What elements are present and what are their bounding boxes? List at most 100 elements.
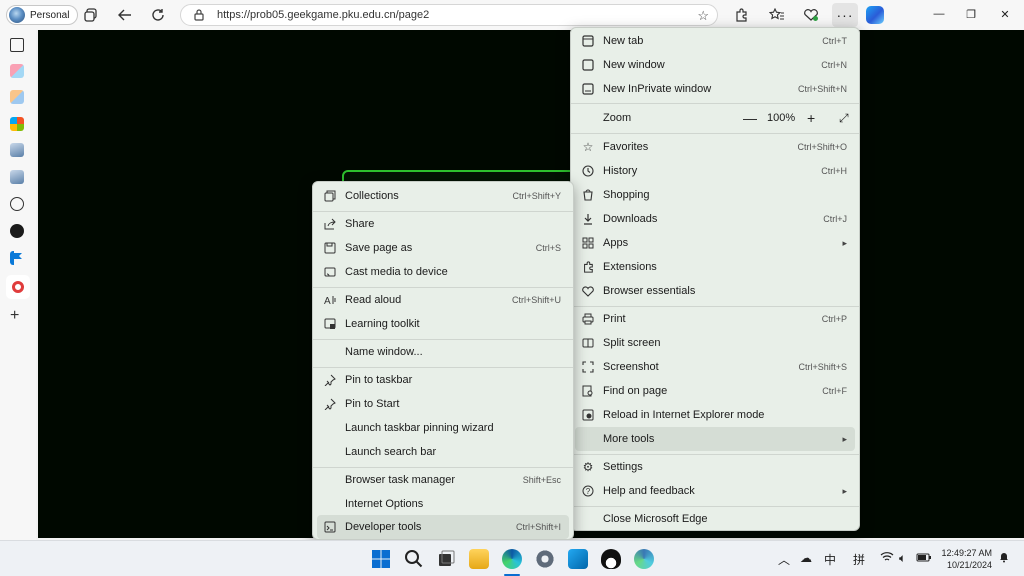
menu-item-shortcut: Ctrl+N xyxy=(821,60,847,70)
qq-icon[interactable] xyxy=(601,549,621,569)
app-icon-1[interactable] xyxy=(10,64,24,78)
address-bar[interactable]: https://prob05.geekgame.pku.edu.cn/page2… xyxy=(180,4,718,26)
submenu-item-share[interactable]: Share xyxy=(317,212,569,236)
lock-icon[interactable] xyxy=(193,9,205,21)
image-app-icon-1[interactable] xyxy=(10,143,24,157)
submenu-item-pin-to-start[interactable]: Pin to Start xyxy=(317,392,569,416)
windows-start-icon[interactable] xyxy=(371,549,391,569)
tray-chevron-up-icon[interactable]: ︿ xyxy=(778,551,790,568)
more-tools-submenu: Collections Ctrl+Shift+Y Share Save page… xyxy=(312,181,574,540)
submenu-item-collections[interactable]: Collections Ctrl+Shift+Y xyxy=(317,184,569,208)
app-icon-2[interactable] xyxy=(10,90,24,104)
url-text[interactable]: https://prob05.geekgame.pku.edu.cn/page2 xyxy=(217,9,429,21)
gear-icon: ⚙ xyxy=(582,460,594,474)
favorite-star-icon[interactable]: ☆ xyxy=(697,8,709,24)
ie-mode-icon xyxy=(581,408,595,422)
task-view-icon[interactable] xyxy=(436,549,456,569)
active-site-button[interactable] xyxy=(6,275,30,299)
search-icon[interactable] xyxy=(404,549,424,569)
vscode-icon[interactable] xyxy=(568,549,588,569)
submenu-item-internet-options[interactable]: Internet Options xyxy=(317,492,569,516)
submenu-item-pin-to-taskbar[interactable]: Pin to taskbar xyxy=(317,368,569,392)
microsoft-icon[interactable] xyxy=(10,117,24,131)
menu-item-new-inprivate-window[interactable]: New InPrivate window Ctrl+Shift+N xyxy=(575,77,855,101)
menu-item-extensions[interactable]: Extensions xyxy=(575,255,855,279)
volume-icon[interactable]: 🔈︎ xyxy=(899,551,906,566)
submenu-item-launch-search-bar[interactable]: Launch search bar xyxy=(317,440,569,464)
submenu-item-save-page-as[interactable]: Save page as Ctrl+S xyxy=(317,236,569,260)
back-arrow-icon[interactable] xyxy=(116,6,134,24)
menu-item-print[interactable]: Print Ctrl+P xyxy=(575,307,855,331)
extensions-icon[interactable] xyxy=(732,6,750,24)
menu-item-label: Share xyxy=(345,218,375,230)
submenu-item-learning-toolkit[interactable]: Learning toolkit xyxy=(317,312,569,336)
settings-gear-icon[interactable] xyxy=(535,549,555,569)
menu-item-label: New window xyxy=(603,59,665,71)
file-explorer-icon[interactable] xyxy=(469,549,489,569)
menu-item-settings[interactable]: ⚙ Settings xyxy=(575,455,855,479)
submenu-item-browser-task-manager[interactable]: Browser task manager Shift+Esc xyxy=(317,468,569,492)
clock[interactable]: 12:49:27 AM 10/21/2024 xyxy=(941,547,992,571)
close-icon[interactable]: ✕ xyxy=(998,8,1012,21)
zoom-in-button[interactable]: + xyxy=(807,110,815,126)
github-icon[interactable] xyxy=(10,224,24,238)
screenshot-icon xyxy=(581,360,595,374)
submenu-item-read-aloud[interactable]: A Read aloud Ctrl+Shift+U xyxy=(317,288,569,312)
menu-item-favorites[interactable]: ☆ Favorites Ctrl+Shift+O xyxy=(575,135,855,159)
menu-item-close-edge[interactable]: Close Microsoft Edge xyxy=(575,507,855,531)
settings-menu: New tab Ctrl+T New window Ctrl+N New InP… xyxy=(570,27,860,531)
battery-icon[interactable] xyxy=(916,551,932,566)
favorites-bar-icon[interactable] xyxy=(768,6,786,24)
ime-mode[interactable]: 中 xyxy=(824,551,836,568)
menu-item-more-tools[interactable]: More tools ▸ xyxy=(575,427,855,451)
image-app-icon-2[interactable] xyxy=(10,170,24,184)
notification-bell-icon[interactable] xyxy=(998,551,1010,566)
menu-item-label: History xyxy=(603,165,638,177)
zoom-out-button[interactable]: — xyxy=(743,110,757,126)
menu-item-find-on-page[interactable]: Find on page Ctrl+F xyxy=(575,379,855,403)
menu-item-apps[interactable]: Apps ▸ xyxy=(575,231,855,255)
menu-item-new-window[interactable]: New window Ctrl+N xyxy=(575,53,855,77)
refresh-icon[interactable] xyxy=(149,6,167,24)
menu-item-split-screen[interactable]: Split screen xyxy=(575,331,855,355)
menu-item-label: Launch search bar xyxy=(345,446,437,458)
menu-item-label: More tools xyxy=(603,433,655,445)
menu-item-reload-ie-mode[interactable]: Reload in Internet Explorer mode xyxy=(575,403,855,427)
tab-sidebar-icon[interactable] xyxy=(10,38,24,52)
openai-icon[interactable] xyxy=(10,197,24,211)
submenu-item-taskbar-pinning-wizard[interactable]: Launch taskbar pinning wizard xyxy=(317,416,569,440)
submenu-item-name-window[interactable]: Name window... xyxy=(317,340,569,364)
save-icon xyxy=(323,241,337,255)
browser-essentials-icon[interactable] xyxy=(802,6,820,24)
edge-icon[interactable] xyxy=(502,549,522,569)
add-icon[interactable]: + xyxy=(10,307,19,325)
cloud-icon[interactable]: ☁ xyxy=(800,551,812,565)
copilot-icon[interactable] xyxy=(866,6,884,24)
menu-item-shopping[interactable]: Shopping xyxy=(575,183,855,207)
menu-item-new-tab[interactable]: New tab Ctrl+T xyxy=(575,29,855,53)
ime-pinyin[interactable]: 拼 xyxy=(853,551,865,568)
clock-time: 12:49:27 AM xyxy=(941,548,992,558)
menu-item-browser-essentials[interactable]: Browser essentials xyxy=(575,279,855,303)
downloads-icon xyxy=(581,212,595,226)
restore-icon[interactable]: ❐ xyxy=(964,8,978,21)
menu-item-help-and-feedback[interactable]: ? Help and feedback ▸ xyxy=(575,479,855,503)
wifi-icon[interactable] xyxy=(880,551,894,566)
menu-item-downloads[interactable]: Downloads Ctrl+J xyxy=(575,207,855,231)
minimize-icon[interactable]: — xyxy=(932,8,946,20)
settings-and-more-button[interactable]: ··· xyxy=(832,3,858,27)
flag-icon[interactable] xyxy=(10,251,24,265)
read-aloud-icon: A xyxy=(323,293,337,307)
menu-item-shortcut: Ctrl+P xyxy=(821,314,847,324)
submenu-item-developer-tools[interactable]: Developer tools Ctrl+Shift+I xyxy=(317,515,569,539)
menu-item-history[interactable]: History Ctrl+H xyxy=(575,159,855,183)
profile-label: Personal xyxy=(30,9,70,21)
edge-dev-icon[interactable] xyxy=(634,549,654,569)
profile-button[interactable]: Personal xyxy=(6,5,79,25)
submenu-item-cast-media[interactable]: Cast media to device xyxy=(317,260,569,284)
target-icon xyxy=(12,281,24,293)
chevron-right-icon: ▸ xyxy=(842,433,847,444)
tab-actions-icon[interactable] xyxy=(82,6,100,24)
menu-item-screenshot[interactable]: Screenshot Ctrl+Shift+S xyxy=(575,355,855,379)
fullscreen-icon[interactable]: ⤢ xyxy=(839,111,849,126)
